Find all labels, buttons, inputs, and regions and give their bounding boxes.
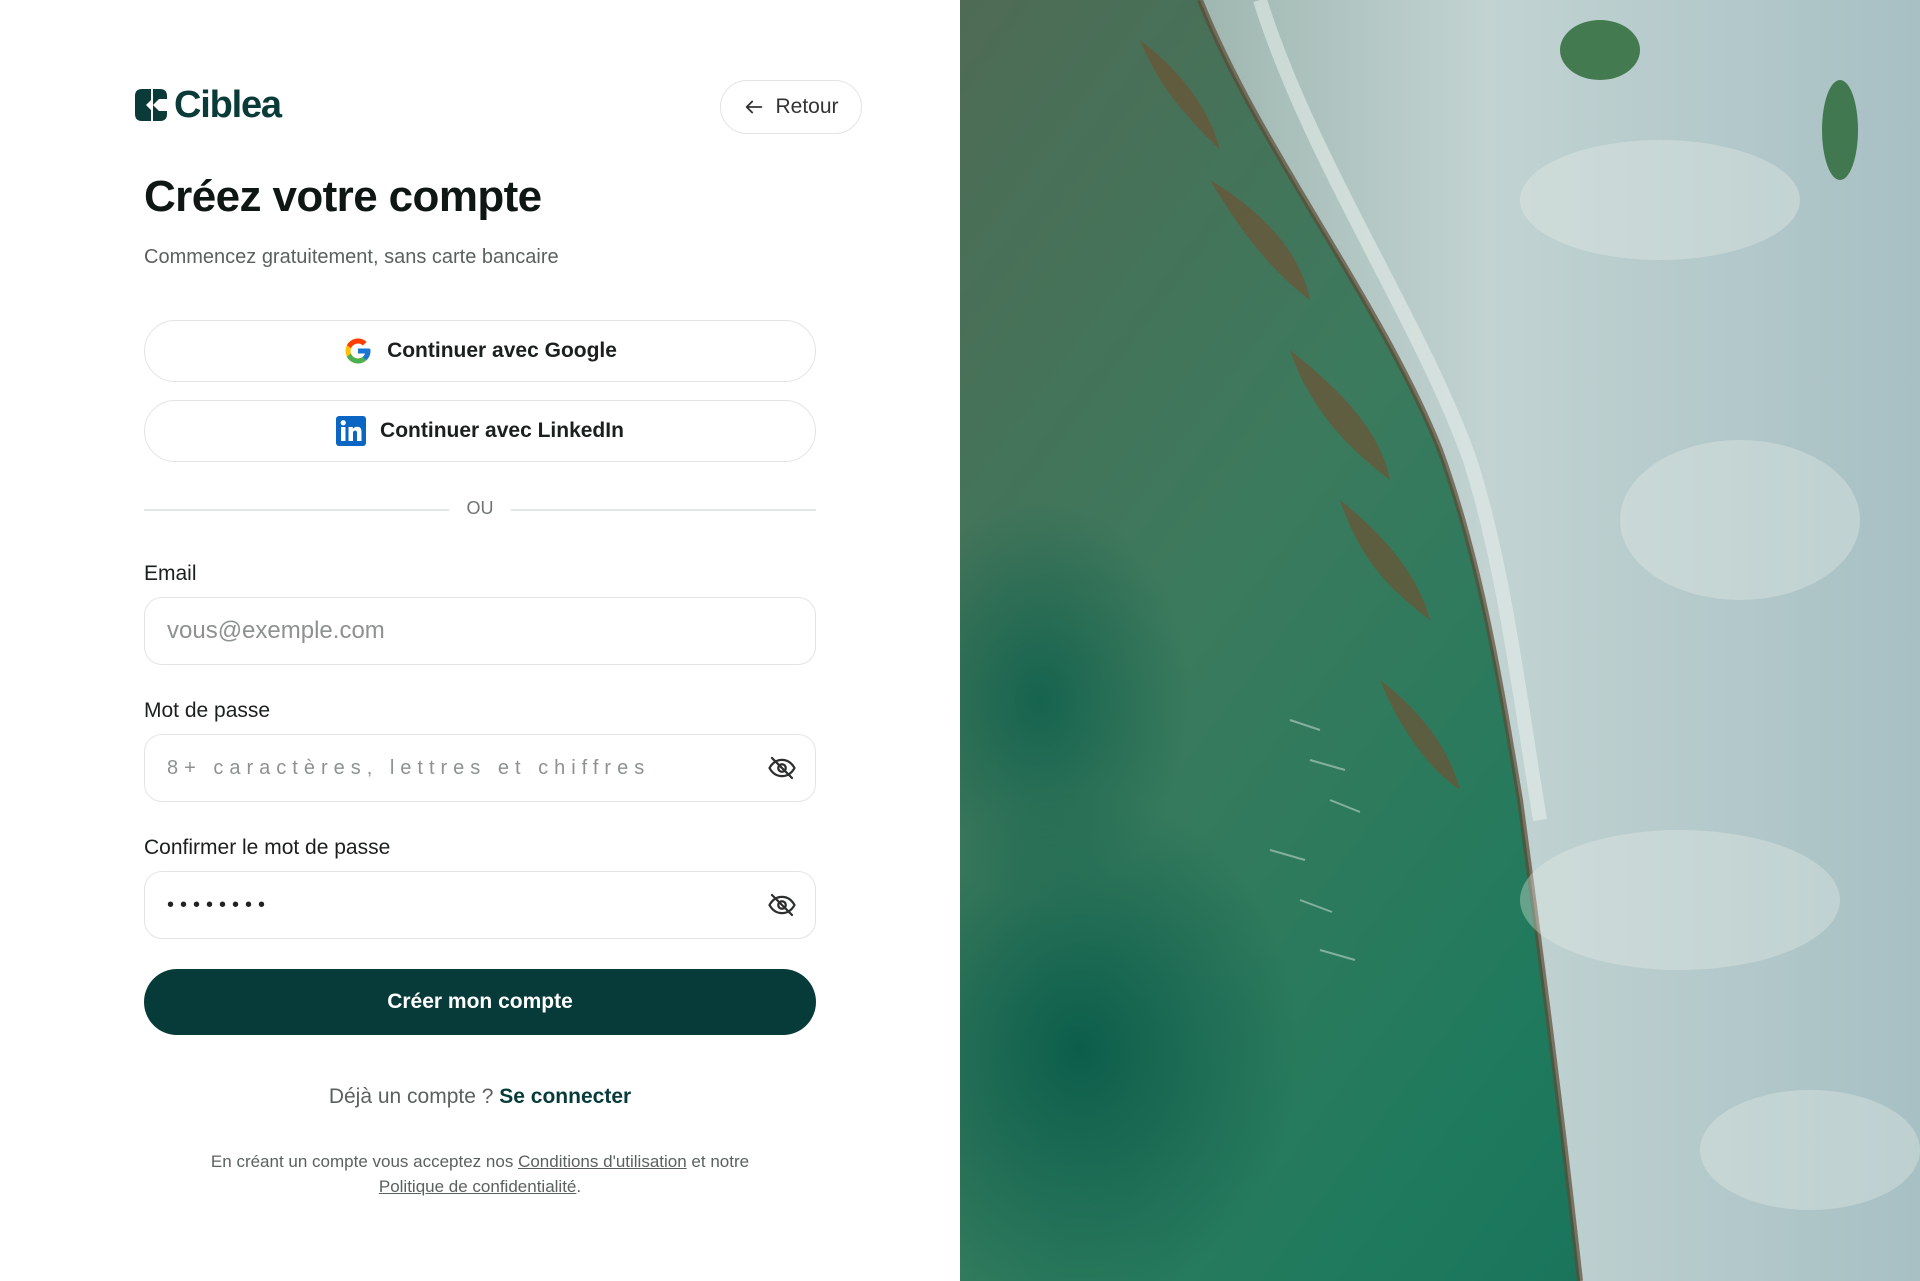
- signin-prompt: Déjà un compte ? Se connecter: [144, 1085, 816, 1109]
- confirm-password-visibility-toggle[interactable]: [765, 888, 799, 922]
- linkedin-signin-button[interactable]: Continuer avec LinkedIn: [144, 400, 816, 462]
- brand-logo[interactable]: Ciblea: [134, 84, 282, 126]
- arrow-left-icon: [746, 100, 763, 114]
- password-label: Mot de passe: [144, 699, 271, 722]
- password-field[interactable]: [145, 735, 815, 801]
- ciblea-logo-icon: [135, 89, 167, 121]
- confirm-password-field[interactable]: [145, 872, 815, 938]
- legal-text-middle: et notre: [691, 1152, 750, 1171]
- google-button-label: Continuer avec Google: [387, 339, 617, 362]
- back-button-label: Retour: [775, 95, 839, 118]
- email-field-wrapper: [144, 597, 816, 665]
- legal-text-before: En créant un compte vous acceptez nos: [210, 1152, 514, 1171]
- password-visibility-toggle[interactable]: [765, 751, 799, 785]
- terms-link[interactable]: Conditions d'utilisation: [518, 1152, 687, 1171]
- brand-name: Ciblea: [174, 84, 282, 126]
- linkedin-icon: [336, 416, 367, 446]
- signup-form-panel: Ciblea Retour Créez votre compte Commenc…: [0, 0, 960, 1281]
- aerial-coastline-image: [960, 0, 1920, 1281]
- confirm-password-label: Confirmer le mot de passe: [144, 836, 391, 859]
- legal-notice: En créant un compte vous acceptez nos Co…: [144, 1149, 816, 1199]
- google-icon: [345, 338, 371, 364]
- or-divider: OU: [144, 496, 816, 524]
- divider-line-right: [511, 509, 816, 511]
- google-signin-button[interactable]: Continuer avec Google: [144, 320, 816, 382]
- aerial-photo-illustration: [960, 0, 1920, 1281]
- back-button[interactable]: Retour: [720, 80, 862, 134]
- legal-text-after: .: [576, 1177, 582, 1196]
- eye-off-icon: [768, 756, 796, 780]
- privacy-link[interactable]: Politique de confidentialité: [379, 1177, 577, 1196]
- email-label: Email: [144, 562, 197, 585]
- eye-off-icon: [768, 893, 796, 917]
- create-account-button[interactable]: Créer mon compte: [144, 969, 816, 1035]
- signup-page: Ciblea Retour Créez votre compte Commenc…: [0, 0, 1920, 1281]
- page-subtitle: Commencez gratuitement, sans carte banca…: [144, 246, 559, 268]
- email-field[interactable]: [145, 598, 815, 664]
- page-title: Créez votre compte: [144, 172, 542, 221]
- password-field-wrapper: [144, 734, 816, 802]
- signin-prompt-text: Déjà un compte ?: [328, 1085, 494, 1108]
- signin-link[interactable]: Se connecter: [499, 1085, 631, 1108]
- linkedin-button-label: Continuer avec LinkedIn: [380, 419, 624, 442]
- confirm-password-field-wrapper: [144, 871, 816, 939]
